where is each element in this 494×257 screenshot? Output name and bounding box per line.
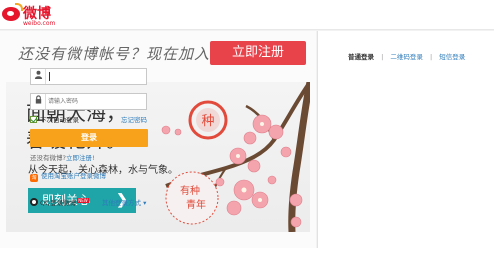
auto-login-label: 下次自动登录 [40,116,79,124]
qq-login-link[interactable]: QQ登录微博 NEW [30,197,89,207]
username-field[interactable] [30,68,147,85]
stamp-bottom-icon: 有种 青年 [165,171,219,225]
top-header: 微博 weibo.com [0,0,494,30]
tab-separator: | [429,53,433,61]
qq-icon [30,198,38,206]
lock-icon [31,94,46,109]
login-tabs: 普通登录 | 二维码登录 | 短信登录 [348,51,465,61]
tab-normal-login[interactable]: 普通登录 [348,51,374,61]
logo-url: weibo.com [23,20,56,27]
stamp-text-1: 有种 [180,184,200,197]
register-now-button[interactable]: 立即注册 [210,41,306,65]
footer-strip [0,248,494,257]
weibo-logo[interactable]: 微博 weibo.com [2,3,62,27]
stamp-text-2: 青年 [186,198,206,211]
auto-login-checkbox[interactable] [30,116,37,123]
login-button[interactable]: 登录 [30,129,148,147]
auto-login-option[interactable]: 下次自动登录 [30,114,79,124]
weibo-eye-icon [2,3,23,21]
no-account-text: 还没有微博? [30,154,66,162]
taobao-login-link[interactable]: 淘使用淘宝账户登录微博 [30,170,106,182]
taobao-login-label: 使用淘宝账户登录微博 [41,172,106,180]
forgot-password-link[interactable]: 忘记密码 [121,114,147,124]
no-account-line: 还没有微博?立即注册! [30,152,95,162]
new-badge: NEW [77,198,89,203]
register-prompt: 还没有微博帐号？现在加入 [18,45,211,63]
password-field[interactable] [30,93,147,110]
stamp-top-icon: 种 [188,100,228,140]
blossom-illustration: 种 有种 青年 [161,82,310,232]
login-panel: 普通登录 | 二维码登录 | 短信登录 [317,31,494,257]
register-link[interactable]: 立即注册! [66,154,95,162]
other-login-methods[interactable]: 其他登录方式 ▾ [102,197,146,207]
stamp-top-text: 种 [201,114,214,129]
user-icon [31,69,46,84]
tab-separator: | [381,53,384,61]
taobao-icon: 淘 [30,174,38,182]
username-input[interactable] [48,70,144,83]
qq-login-label: QQ登录微博 [40,199,77,207]
password-input[interactable] [48,95,144,108]
tab-qrcode-login[interactable]: 二维码登录 [390,51,423,61]
tab-sms-login[interactable]: 短信登录 [439,51,465,61]
